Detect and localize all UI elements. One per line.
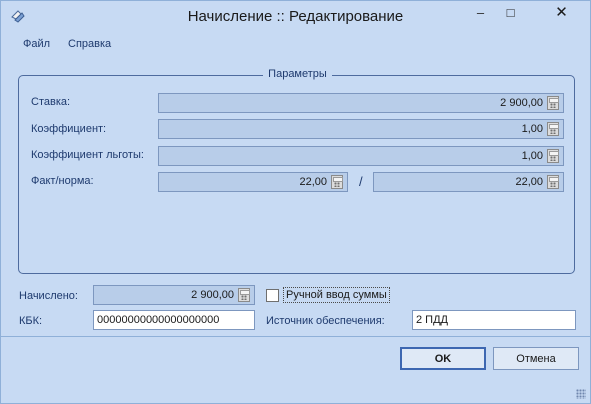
coefficient-value: 1,00 xyxy=(521,123,543,135)
calculator-icon[interactable] xyxy=(547,149,559,163)
funding-source-input[interactable]: 2 ПДД xyxy=(412,310,576,330)
accrued-value: 2 900,00 xyxy=(191,289,234,301)
kbk-label: КБК: xyxy=(19,315,43,327)
calculator-icon[interactable] xyxy=(547,175,559,189)
kbk-input[interactable]: 00000000000000000000 xyxy=(93,310,255,330)
menu-file[interactable]: Файл xyxy=(23,38,50,50)
rate-label: Ставка: xyxy=(31,96,71,108)
calculator-icon[interactable] xyxy=(547,122,559,136)
calculator-icon[interactable] xyxy=(547,96,559,110)
norm-field[interactable]: 22,00 xyxy=(373,172,564,192)
benefit-coefficient-label: Коэффициент льготы: xyxy=(31,149,144,161)
manual-entry-label[interactable]: Ручной ввод суммы xyxy=(283,287,390,303)
manual-entry-checkbox[interactable]: Ручной ввод суммы xyxy=(266,286,390,304)
fact-field[interactable]: 22,00 xyxy=(158,172,348,192)
accrued-field[interactable]: 2 900,00 xyxy=(93,285,255,305)
rate-value: 2 900,00 xyxy=(500,97,543,109)
resize-grip-icon[interactable] xyxy=(576,389,586,399)
benefit-coefficient-value: 1,00 xyxy=(521,150,543,162)
fact-norm-label: Факт/норма: xyxy=(31,175,94,187)
dialog-window: Начисление :: Редактирование – □ ✕ Файл … xyxy=(0,0,591,404)
accrued-label: Начислено: xyxy=(19,290,78,302)
close-button[interactable]: ✕ xyxy=(539,1,584,22)
parameters-legend: Параметры xyxy=(263,68,332,80)
fact-value: 22,00 xyxy=(299,176,327,188)
benefit-coefficient-field[interactable]: 1,00 xyxy=(158,146,564,166)
funding-source-label: Источник обеспечения: xyxy=(266,315,385,327)
title-bar[interactable]: Начисление :: Редактирование – □ ✕ xyxy=(1,1,590,32)
footer-divider xyxy=(1,336,590,337)
maximize-button[interactable]: □ xyxy=(497,1,524,23)
coefficient-label: Коэффициент: xyxy=(31,123,107,135)
rate-field[interactable]: 2 900,00 xyxy=(158,93,564,113)
calculator-icon[interactable] xyxy=(238,288,250,302)
fact-norm-separator: / xyxy=(359,174,363,189)
menu-bar: Файл Справка xyxy=(1,35,590,55)
cancel-button[interactable]: Отмена xyxy=(493,347,579,370)
manual-entry-box[interactable] xyxy=(266,288,279,302)
menu-help[interactable]: Справка xyxy=(68,38,111,50)
coefficient-field[interactable]: 1,00 xyxy=(158,119,564,139)
calculator-icon[interactable] xyxy=(331,175,343,189)
ok-button[interactable]: OK xyxy=(400,347,486,370)
norm-value: 22,00 xyxy=(515,176,543,188)
minimize-button[interactable]: – xyxy=(467,1,494,23)
